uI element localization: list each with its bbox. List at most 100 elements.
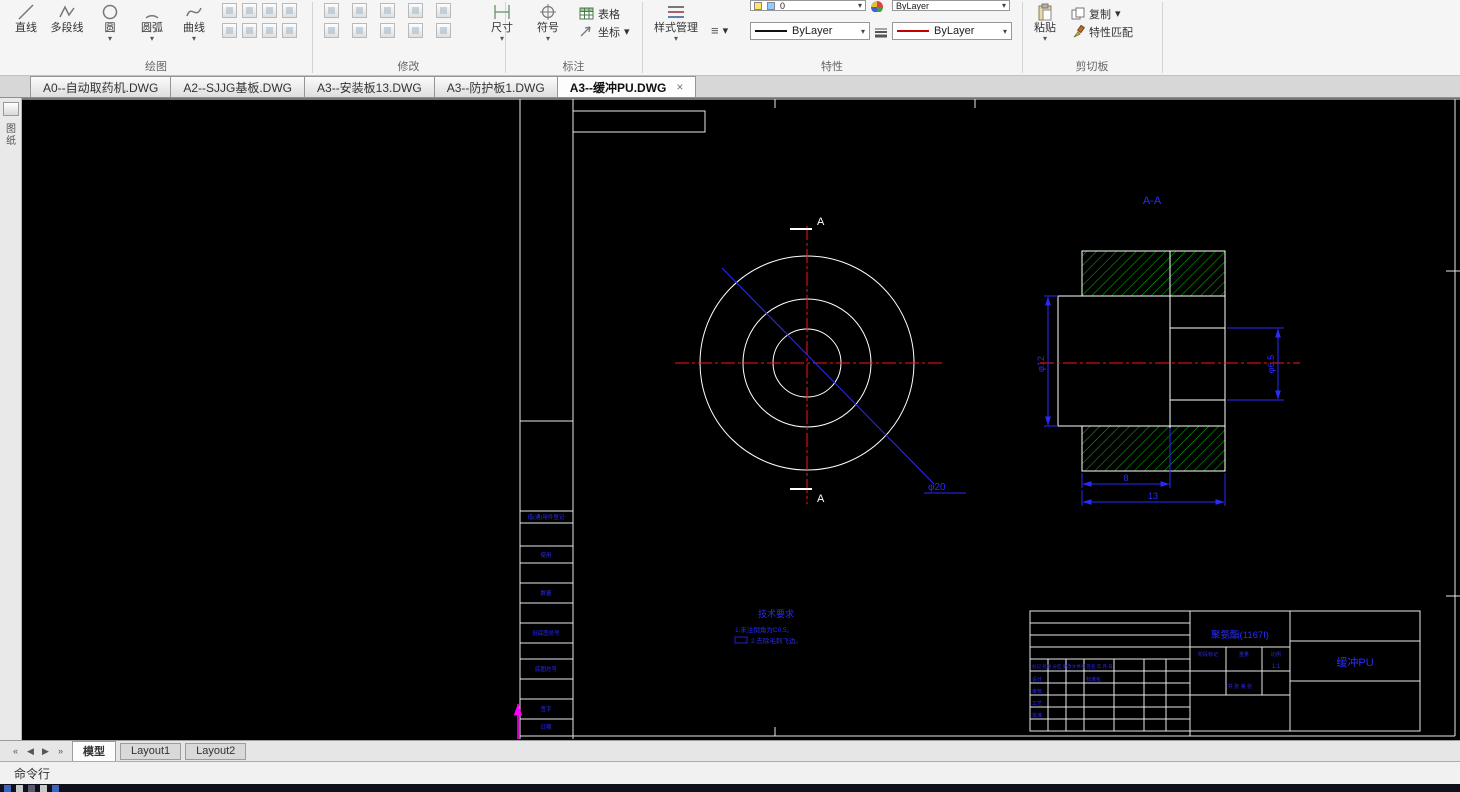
ellipse-tool-icon[interactable] xyxy=(242,23,257,38)
palette-pin-icon[interactable] xyxy=(3,102,19,116)
rotate-tool-icon[interactable] xyxy=(352,3,367,18)
copy-button[interactable]: 复制 ▾ xyxy=(1068,5,1124,22)
tab-layout2[interactable]: Layout2 xyxy=(185,742,247,760)
status-icon[interactable] xyxy=(4,785,11,792)
circle-icon xyxy=(101,2,119,22)
paste-button[interactable]: 粘贴 ▾ xyxy=(1026,0,1064,50)
circle-button[interactable]: 圆 ▾ xyxy=(92,0,128,50)
prev-tab-button[interactable]: ◀ xyxy=(23,746,38,757)
move-tool-icon[interactable] xyxy=(324,3,339,18)
dimension-button[interactable]: 尺寸 ▾ xyxy=(482,0,522,50)
doc-tab[interactable]: A3--安装板13.DWG xyxy=(304,76,435,97)
fillet-tool-icon[interactable] xyxy=(436,23,451,38)
dropdown-arrow-icon[interactable]: ▾ xyxy=(624,25,630,38)
dropdown-arrow-icon[interactable]: ▾ xyxy=(723,24,729,37)
svg-text:数量: 数量 xyxy=(540,589,552,597)
dropdown-arrow-icon[interactable]: ▾ xyxy=(1043,35,1047,43)
linetype-combo[interactable]: ByLayer ▾ xyxy=(750,22,870,40)
dropdown-arrow-icon[interactable]: ▾ xyxy=(674,35,678,43)
list-menu-button[interactable]: ≡ ▾ xyxy=(708,22,731,39)
command-line[interactable]: 命令行 xyxy=(0,761,1460,784)
svg-text:审核: 审核 xyxy=(1032,688,1042,695)
annotate-panel-label[interactable]: 标注 xyxy=(505,58,642,74)
offset-tool-icon[interactable] xyxy=(352,23,367,38)
svg-text:使用: 使用 xyxy=(540,551,551,559)
gradient-tool-icon[interactable] xyxy=(242,3,257,18)
doc-tab[interactable]: A3--防护板1.DWG xyxy=(433,76,558,97)
layer-combo[interactable]: 0 ▾ xyxy=(750,0,866,11)
lineweight-icon[interactable] xyxy=(874,26,888,38)
doc-tab[interactable]: A0--自动取药机.DWG xyxy=(30,76,172,97)
point-tool-icon[interactable] xyxy=(282,3,297,18)
draw-panel-label[interactable]: 绘图 xyxy=(0,58,312,74)
match-properties-button[interactable]: 特性匹配 xyxy=(1068,23,1136,40)
dim-phi65: φ6.5 xyxy=(1266,355,1276,373)
palette-title-char: 纸 xyxy=(6,136,16,147)
status-icon[interactable] xyxy=(28,785,35,792)
drawing-canvas[interactable]: 借(通)用件登记 使用 数量 旧底图总号 底图总号 签字 日期 A A φ20 … xyxy=(22,98,1460,740)
section-view[interactable]: A-A φ12 φ6.5 8 13 xyxy=(1036,195,1300,506)
title-block-header-row: 标记 处数 分区 更改文件号 签名 年.月.日 xyxy=(1032,663,1113,670)
hatch-tool-icon[interactable] xyxy=(222,3,237,18)
modify-panel-label[interactable]: 修改 xyxy=(312,58,505,74)
mirror-tool-icon[interactable] xyxy=(436,3,451,18)
left-palette-strip[interactable]: 图 纸 xyxy=(0,98,22,740)
symbol-icon xyxy=(539,2,557,22)
status-icon[interactable] xyxy=(16,785,23,792)
svg-text:日期: 日期 xyxy=(540,724,552,731)
region-tool-icon[interactable] xyxy=(262,3,277,18)
color-combo[interactable]: ByLayer ▾ xyxy=(892,0,1010,11)
dropdown-arrow-icon[interactable]: ▾ xyxy=(546,35,550,43)
color-linetype-combo[interactable]: ByLayer ▾ xyxy=(892,22,1012,40)
wipeout-tool-icon[interactable] xyxy=(282,23,297,38)
title-block: 聚氨酯(1167I) 缓冲PU 标记 处数 分区 更改文件号 签名 年.月.日 … xyxy=(1029,610,1421,732)
properties-panel-label[interactable]: 特性 xyxy=(642,58,1022,74)
technical-requirements: 技术要求 1.未注倒角为C0.5。 2.去除毛刺飞边。 xyxy=(734,608,802,645)
next-tab-button[interactable]: ▶ xyxy=(38,746,53,757)
polyline-button[interactable]: 多段线 xyxy=(42,0,92,50)
last-tab-button[interactable]: » xyxy=(53,746,68,756)
status-icon[interactable] xyxy=(40,785,47,792)
style-manager-button[interactable]: 样式管理 ▾ xyxy=(648,0,704,50)
tech-req-line: 2.去除毛刺飞边。 xyxy=(751,636,802,645)
revision-cloud-tool-icon[interactable] xyxy=(222,23,237,38)
status-icon[interactable] xyxy=(52,785,59,792)
layer-state-icon xyxy=(767,1,775,10)
dim-8: 8 xyxy=(1123,473,1128,483)
symbol-button[interactable]: 符号 ▾ xyxy=(528,0,568,50)
table-button[interactable]: 表格 xyxy=(576,5,623,22)
erase-tool-icon[interactable] xyxy=(324,23,339,38)
svg-text:设计: 设计 xyxy=(1032,676,1042,683)
dropdown-arrow-icon[interactable]: ▾ xyxy=(150,35,154,43)
coordinate-button[interactable]: 坐标 ▾ xyxy=(576,23,633,40)
line-icon xyxy=(17,2,35,22)
svg-text:重量: 重量 xyxy=(1239,651,1249,658)
polyline-icon xyxy=(58,2,76,22)
cad-viewport: 借(通)用件登记 使用 数量 旧底图总号 底图总号 签字 日期 A A φ20 … xyxy=(22,98,1460,739)
match-properties-icon xyxy=(1073,25,1085,38)
close-tab-icon[interactable]: × xyxy=(676,80,683,94)
array-tool-icon[interactable] xyxy=(380,23,395,38)
dropdown-arrow-icon[interactable]: ▾ xyxy=(500,35,504,43)
donut-tool-icon[interactable] xyxy=(262,23,277,38)
spline-button[interactable]: 曲线 ▾ xyxy=(172,0,216,50)
doc-tab-active[interactable]: A3--缓冲PU.DWG × xyxy=(556,76,697,97)
dropdown-arrow-icon[interactable]: ▾ xyxy=(108,35,112,43)
doc-tab[interactable]: A2--SJJG基板.DWG xyxy=(170,76,306,97)
svg-text:签字: 签字 xyxy=(540,705,552,713)
tab-layout1[interactable]: Layout1 xyxy=(120,742,182,760)
tab-model[interactable]: 模型 xyxy=(72,740,116,762)
clipboard-panel-label[interactable]: 剪切板 xyxy=(1022,58,1162,74)
front-view[interactable]: A A φ20 xyxy=(675,216,966,505)
style-manager-icon xyxy=(666,2,686,22)
command-line-label: 命令行 xyxy=(14,766,51,781)
color-wheel-icon[interactable] xyxy=(870,0,884,12)
dropdown-arrow-icon[interactable]: ▾ xyxy=(1115,7,1121,20)
copy-tool-icon[interactable] xyxy=(408,3,423,18)
dropdown-arrow-icon[interactable]: ▾ xyxy=(192,35,196,43)
first-tab-button[interactable]: « xyxy=(8,746,23,756)
arc-button[interactable]: 圆弧 ▾ xyxy=(130,0,174,50)
trim-tool-icon[interactable] xyxy=(380,3,395,18)
dropdown-arrow-icon: ▾ xyxy=(1001,1,1006,10)
scale-tool-icon[interactable] xyxy=(408,23,423,38)
